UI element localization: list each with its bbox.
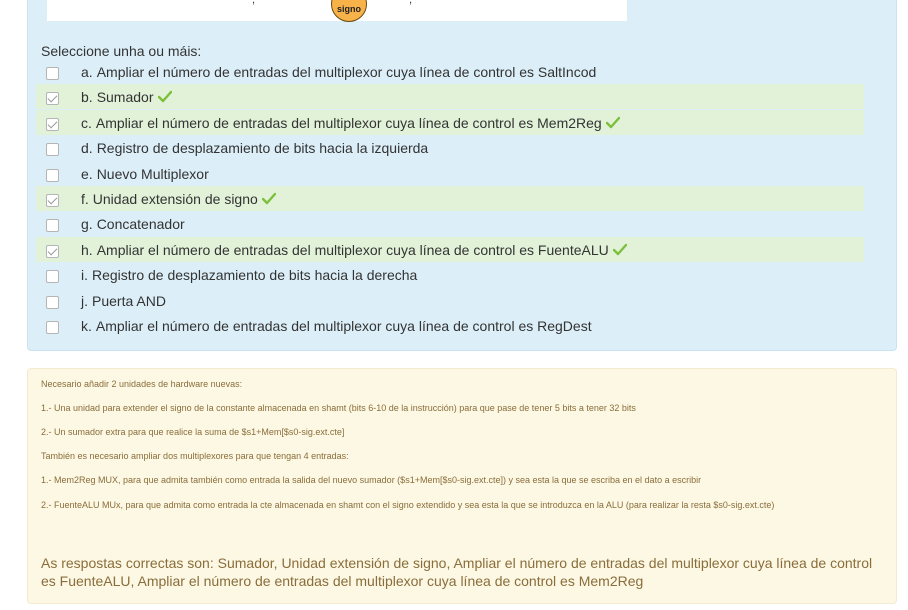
option-label: Nuevo Multiplexor [96,165,209,182]
option-label: Ampliar el número de entradas del multip… [96,63,597,80]
option-letter: f. [81,190,89,207]
option-label: Puerta AND [92,292,166,309]
option-label: Ampliar el número de entradas del multip… [95,114,602,131]
option-checkbox[interactable] [46,219,59,232]
figure-mark-1: , [252,0,256,6]
option-letter: k. [81,317,92,334]
answer-option[interactable]: e. Nuevo Multiplexor [36,161,864,186]
option-label: Concatenador [96,215,185,232]
answer-option[interactable]: d. Registro de desplazamiento de bits hac… [36,135,864,160]
option-label: Ampliar el número de entradas del multip… [95,317,592,334]
answer-option[interactable]: g. Concatenador [36,211,864,236]
option-checkbox[interactable] [46,270,59,283]
option-letter: h. [81,241,93,258]
question-panel: , signo , Seleccione unha ou máis: a. Amp… [27,0,897,351]
option-label: Registro de desplazamiento de bits hacia… [92,266,418,283]
feedback-line: 2.- Un sumador extra para que realice la… [41,427,345,437]
option-letter: a. [81,63,93,80]
feedback-line: 2.- FuenteALU MUx, para que admita como … [41,500,775,510]
feedback-line: 1.- Mem2Reg MUX, para que admita también… [41,475,702,485]
option-label: Registro de desplazamiento de bits hacia… [96,139,429,156]
option-checkbox[interactable] [46,169,59,182]
option-checkbox[interactable] [46,67,59,80]
answer-option[interactable]: h. Ampliar el número de entradas del mult… [36,237,864,262]
option-checkbox[interactable] [46,245,59,258]
check-mark-icon [605,116,620,128]
figure-image: , signo , [47,0,627,22]
answer-option[interactable]: k. Ampliar el número de entradas del mult… [36,313,864,338]
feedback-line: Necesario añadir 2 unidades de hardware … [41,379,243,389]
option-checkbox[interactable] [46,194,59,207]
answer-option[interactable]: a. Ampliar el número de entradas del mult… [36,59,864,84]
option-checkbox[interactable] [46,118,59,131]
option-letter: e. [81,165,93,182]
answer-option[interactable]: b. Sumador [36,84,864,109]
option-letter: j. [81,292,88,309]
option-checkbox[interactable] [46,92,59,105]
option-label: Unidad extensión de signo [92,190,258,207]
sign-extension-circle: signo [331,0,367,22]
check-mark-icon [261,192,276,204]
feedback-panel: Necesario añadir 2 unidades de hardware … [27,368,897,604]
answer-option[interactable]: f. Unidad extensión de signo [36,186,864,211]
answer-option[interactable]: i. Registro de desplazamiento de bits hac… [36,262,864,287]
option-checkbox[interactable] [46,321,59,334]
correct-answers-text: As respostas correctas son: Sumador, Uni… [41,555,873,589]
answer-option[interactable]: j. Puerta AND [36,288,864,313]
figure-mark-2: , [409,0,413,6]
option-label: Sumador [96,88,154,105]
option-letter: d. [81,139,93,156]
option-checkbox[interactable] [46,143,59,156]
feedback-line: También es necesario ampliar dos multipl… [41,451,349,461]
check-mark-icon [157,90,172,102]
option-letter: g. [81,215,93,232]
question-prompt: Seleccione unha ou máis: [41,43,202,59]
option-checkbox[interactable] [46,296,59,309]
option-letter: c. [81,114,92,131]
answer-option[interactable]: c. Ampliar el número de entradas del mult… [36,110,864,135]
check-mark-icon [612,243,627,255]
feedback-line: 1.- Una unidad para extender el signo de… [41,403,636,413]
option-letter: i. [81,266,88,283]
option-label: Ampliar el número de entradas del multip… [96,241,609,258]
option-letter: b. [81,88,93,105]
circle-label: signo [337,4,361,14]
